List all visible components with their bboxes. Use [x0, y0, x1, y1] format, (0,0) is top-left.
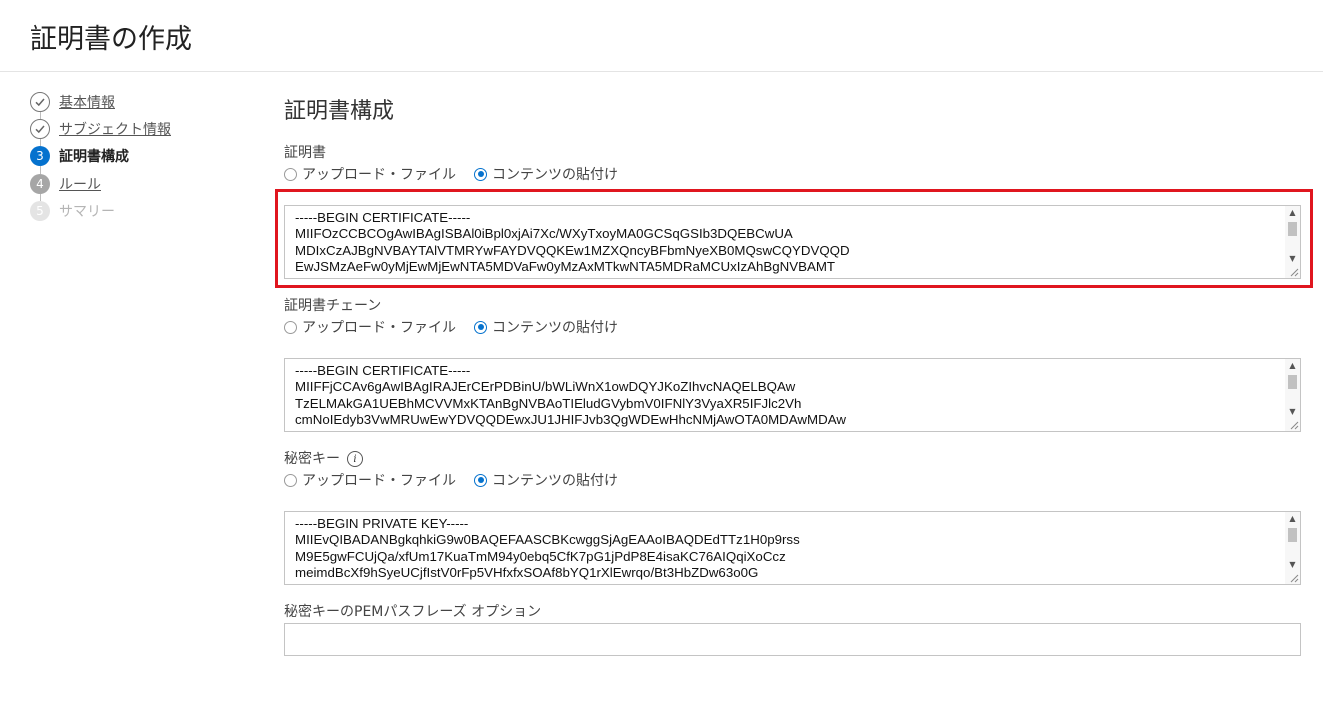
check-icon [30, 92, 50, 112]
step-label[interactable]: サブジェクト情報 [59, 119, 171, 139]
step-connector [39, 139, 41, 146]
chain-content: -----BEGIN CERTIFICATE----- MIIFFjCCAv6g… [295, 363, 874, 431]
radio-button[interactable] [284, 167, 297, 181]
resize-grip-icon[interactable] [1289, 420, 1299, 430]
step-number: 5 [30, 201, 50, 221]
step-number: 3 [30, 146, 50, 166]
private-key-content: -----BEGIN PRIVATE KEY----- MIIEvQIBADAN… [295, 516, 800, 584]
private-key-label-row: 秘密キー i [284, 448, 363, 468]
step-label[interactable]: 基本情報 [59, 92, 115, 112]
chain-source-radio-group: アップロード・ファイル コンテンツの貼付け [284, 317, 618, 337]
chain-textarea[interactable]: -----BEGIN CERTIFICATE----- MIIFFjCCAv6g… [284, 358, 1301, 432]
section-title: 証明書構成 [284, 99, 395, 124]
step-connector [39, 194, 41, 201]
certificate-label: 証明書 [284, 145, 326, 161]
radio-label: アップロード・ファイル [302, 167, 456, 183]
page-header: 証明書の作成 [0, 0, 1323, 72]
step-basic-info[interactable]: 基本情報 [30, 92, 115, 112]
step-connector [39, 166, 41, 174]
passphrase-input[interactable] [284, 623, 1301, 656]
chain-paste-option[interactable]: コンテンツの貼付け [474, 317, 618, 337]
step-summary: 5 サマリー [30, 201, 115, 221]
chain-label: 証明書チェーン [284, 298, 382, 314]
info-icon[interactable]: i [347, 451, 363, 467]
scroll-down-arrow-icon[interactable]: ▼ [1285, 558, 1300, 572]
check-icon [30, 119, 50, 139]
radio-button-selected[interactable] [474, 320, 487, 334]
step-subject-info[interactable]: サブジェクト情報 [30, 119, 171, 139]
private-key-source-radio-group: アップロード・ファイル コンテンツの貼付け [284, 470, 618, 490]
radio-label: アップロード・ファイル [302, 473, 456, 489]
radio-label: コンテンツの貼付け [492, 167, 618, 183]
radio-button-selected[interactable] [474, 167, 487, 181]
scrollbar-thumb[interactable] [1288, 528, 1297, 542]
step-certificate-config: 3 証明書構成 [30, 146, 129, 166]
passphrase-label: 秘密キーのPEMパスフレーズ オプション [284, 604, 542, 620]
radio-button-selected[interactable] [474, 473, 487, 487]
step-label: サマリー [59, 204, 115, 220]
step-label: 証明書構成 [59, 149, 129, 165]
scroll-up-arrow-icon[interactable]: ▲ [1285, 359, 1300, 373]
private-key-textarea[interactable]: -----BEGIN PRIVATE KEY----- MIIEvQIBADAN… [284, 511, 1301, 585]
scroll-up-arrow-icon[interactable]: ▲ [1285, 512, 1300, 526]
private-key-paste-option[interactable]: コンテンツの貼付け [474, 470, 618, 490]
page-title: 証明書の作成 [30, 24, 192, 55]
radio-button[interactable] [284, 473, 297, 487]
certificate-paste-option[interactable]: コンテンツの貼付け [474, 164, 618, 184]
step-rules[interactable]: 4 ルール [30, 174, 101, 194]
private-key-upload-option[interactable]: アップロード・ファイル [284, 470, 456, 490]
step-connector [39, 112, 41, 119]
radio-label: コンテンツの貼付け [492, 320, 618, 336]
scroll-down-arrow-icon[interactable]: ▼ [1285, 405, 1300, 419]
certificate-upload-option[interactable]: アップロード・ファイル [284, 164, 456, 184]
chain-upload-option[interactable]: アップロード・ファイル [284, 317, 456, 337]
radio-label: コンテンツの貼付け [492, 473, 618, 489]
step-label[interactable]: ルール [59, 174, 101, 194]
scrollbar-thumb[interactable] [1288, 375, 1297, 389]
radio-label: アップロード・ファイル [302, 320, 456, 336]
highlight-box [275, 189, 1313, 288]
radio-button[interactable] [284, 320, 297, 334]
step-number: 4 [30, 174, 50, 194]
certificate-source-radio-group: アップロード・ファイル コンテンツの貼付け [284, 164, 618, 184]
private-key-label: 秘密キー [284, 451, 340, 467]
resize-grip-icon[interactable] [1289, 573, 1299, 583]
